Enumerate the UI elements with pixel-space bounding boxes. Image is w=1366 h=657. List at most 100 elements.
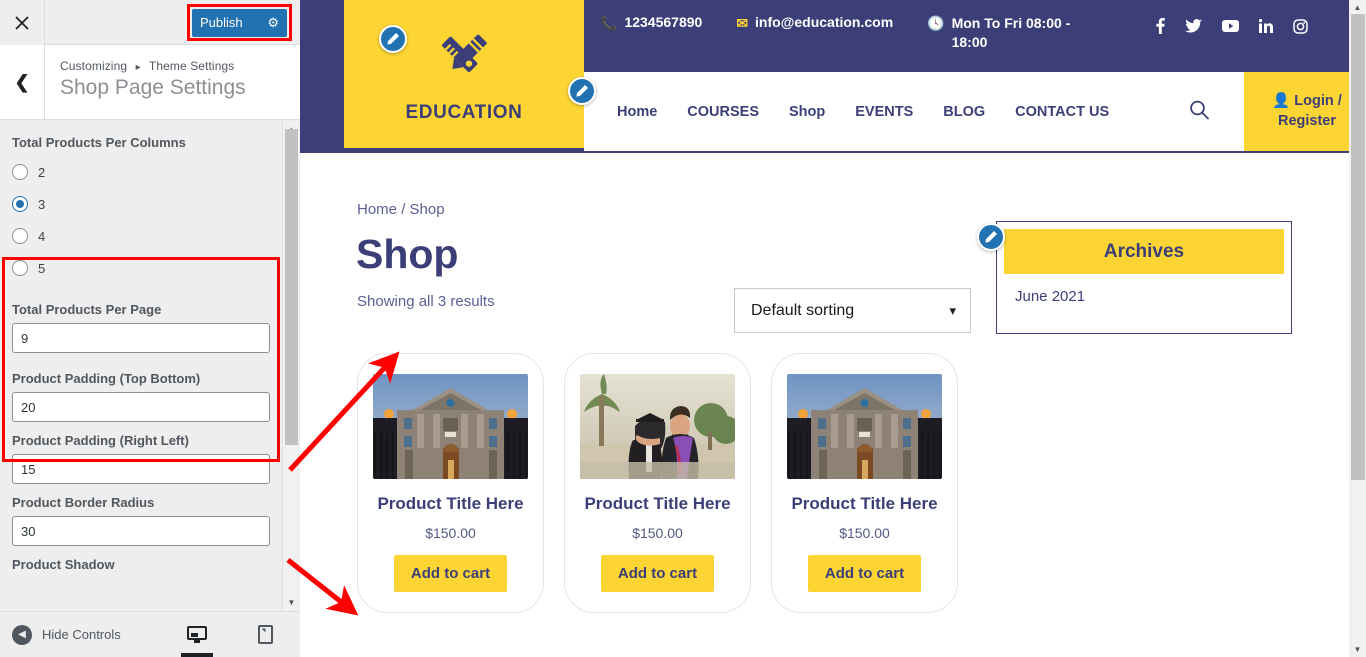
main-navigation: Home COURSES Shop EVENTS BLOG CONTACT US… [584, 72, 1366, 151]
close-icon[interactable] [0, 0, 45, 45]
instagram-icon[interactable] [1293, 18, 1308, 34]
radio-dot-3[interactable] [12, 196, 28, 212]
radio-dot-2[interactable] [12, 164, 28, 180]
hours-item: 🕓 Mon To Fri 08:00 - 18:00 [927, 14, 1093, 52]
login-register-button[interactable]: 👤 Login / Register [1244, 72, 1366, 151]
product-image-university[interactable] [787, 374, 942, 479]
customizer-header: ❮ Customizing ▸ Theme Settings Shop Page… [0, 45, 300, 120]
radio-option-4[interactable]: 4 [12, 220, 276, 252]
radio-option-2[interactable]: 2 [12, 156, 276, 188]
product-image-university[interactable] [373, 374, 528, 479]
nav-item-blog[interactable]: BLOG [943, 104, 985, 120]
nav-item-shop[interactable]: Shop [789, 104, 825, 120]
page-title: Shop [356, 231, 459, 277]
border-radius-label: Product Border Radius [12, 495, 155, 510]
nav-item-contact-us[interactable]: CONTACT US [1015, 104, 1109, 120]
university-building-photo [373, 374, 528, 479]
padding-top-bottom-label: Product Padding (Top Bottom) [12, 371, 201, 386]
customizer-footer: ◀ Hide Controls [0, 611, 339, 657]
tablet-icon[interactable] [243, 612, 287, 657]
twitter-icon[interactable] [1185, 19, 1202, 33]
back-chevron-icon[interactable]: ❮ [0, 45, 45, 119]
nav-item-events[interactable]: EVENTS [855, 104, 913, 120]
preview-scrollbar[interactable]: ▲ ▼ [1349, 0, 1366, 657]
add-to-cart-button[interactable]: Add to cart [393, 555, 508, 593]
clock-icon: 🕓 [927, 15, 945, 31]
product-card[interactable]: Product Title Here $150.00 Add to cart [564, 353, 751, 614]
facebook-glyph [1156, 18, 1165, 34]
phone-item[interactable]: 📞 1234567890 [600, 14, 702, 33]
shop-breadcrumb: Home / Shop [357, 201, 445, 218]
product-image-graduates[interactable] [580, 374, 735, 479]
user-icon: 👤 [1272, 93, 1291, 110]
border-radius-input[interactable] [12, 516, 270, 546]
youtube-icon[interactable] [1222, 20, 1239, 32]
hide-controls-button[interactable]: ◀ Hide Controls [12, 624, 121, 645]
scroll-down-icon[interactable]: ▼ [283, 594, 300, 611]
hide-controls-label: Hide Controls [42, 627, 121, 642]
product-title[interactable]: Product Title Here [584, 493, 730, 514]
phone-icon: 📞 [600, 15, 618, 31]
radio-dot-5[interactable] [12, 260, 28, 276]
instagram-glyph [1293, 18, 1308, 34]
breadcrumb-divider: / [401, 201, 406, 218]
product-card[interactable]: Product Title Here $150.00 Add to cart [357, 353, 544, 614]
product-title[interactable]: Product Title Here [791, 493, 937, 514]
social-links [1156, 18, 1308, 34]
padding-right-left-label: Product Padding (Right Left) [12, 433, 189, 448]
product-title[interactable]: Product Title Here [377, 493, 523, 514]
customizer-scrollbar[interactable]: ▲ ▼ [282, 121, 299, 611]
per-page-input[interactable] [12, 323, 270, 353]
envelope-icon: ✉ [736, 15, 749, 31]
breadcrumb-parent[interactable]: Customizing [60, 59, 127, 73]
tablet-glyph [257, 625, 273, 644]
add-to-cart-button[interactable]: Add to cart [807, 555, 922, 593]
edit-pencil-icon[interactable] [568, 77, 596, 105]
preview-scroll-up-icon[interactable]: ▲ [1349, 0, 1366, 15]
search-icon[interactable] [1189, 99, 1209, 124]
padding-right-left-input[interactable] [12, 454, 270, 484]
site-logo[interactable]: EDUCATION [344, 0, 584, 148]
twitter-glyph [1185, 19, 1202, 33]
pencil-glyph [985, 231, 997, 243]
breadcrumb-shop-link[interactable]: Shop [410, 201, 445, 218]
preview-scroll-down-icon[interactable]: ▼ [1349, 642, 1366, 657]
archives-widget-title: Archives [1004, 229, 1284, 274]
breadcrumb-current[interactable]: Theme Settings [149, 59, 234, 73]
nav-item-courses[interactable]: COURSES [687, 104, 759, 120]
radio-option-5[interactable]: 5 [12, 252, 276, 284]
search-glyph [1190, 100, 1209, 119]
customizer-scrollbar-thumb[interactable] [285, 129, 298, 445]
edit-pencil-icon[interactable] [977, 223, 1005, 251]
preview-scrollbar-thumb[interactable] [1351, 14, 1365, 480]
chevron-down-icon: ▾ [949, 302, 956, 318]
product-price: $150.00 [632, 525, 683, 542]
breadcrumb-home-link[interactable]: Home [357, 201, 397, 218]
customizer-panel: Publish ⚙ ❮ Customizing ▸ Theme Settings… [0, 0, 339, 657]
linkedin-icon[interactable] [1259, 19, 1273, 33]
nav-links: Home COURSES Shop EVENTS BLOG CONTACT US [617, 104, 1109, 120]
facebook-icon[interactable] [1156, 18, 1165, 34]
gear-icon[interactable]: ⚙ [267, 16, 279, 29]
pencil-glyph [387, 33, 399, 45]
sorting-selected-value: Default sorting [751, 301, 855, 319]
publish-button[interactable]: Publish ⚙ [192, 8, 287, 37]
product-grid: Product Title Here $150.00 Add to cart P… [357, 353, 958, 614]
padding-top-bottom-input[interactable] [12, 392, 270, 422]
email-item[interactable]: ✉ info@education.com [736, 14, 893, 33]
archives-widget-item[interactable]: June 2021 [1015, 288, 1291, 305]
radio-label-5: 5 [38, 260, 46, 276]
email-address: info@education.com [755, 14, 894, 30]
breadcrumb: Customizing ▸ Theme Settings [60, 59, 234, 73]
sorting-select[interactable]: Default sorting ▾ [734, 288, 971, 333]
radio-label-2: 2 [38, 164, 46, 180]
desktop-icon[interactable] [175, 612, 219, 657]
add-to-cart-button[interactable]: Add to cart [600, 555, 715, 593]
radio-dot-4[interactable] [12, 228, 28, 244]
pencil-ruler-logo-icon [433, 29, 495, 92]
radio-option-3[interactable]: 3 [12, 188, 276, 220]
nav-item-home[interactable]: Home [617, 104, 657, 120]
edit-pencil-icon[interactable] [379, 25, 407, 53]
product-card[interactable]: Product Title Here $150.00 Add to cart [771, 353, 958, 614]
graduates-couple-photo [580, 374, 735, 479]
